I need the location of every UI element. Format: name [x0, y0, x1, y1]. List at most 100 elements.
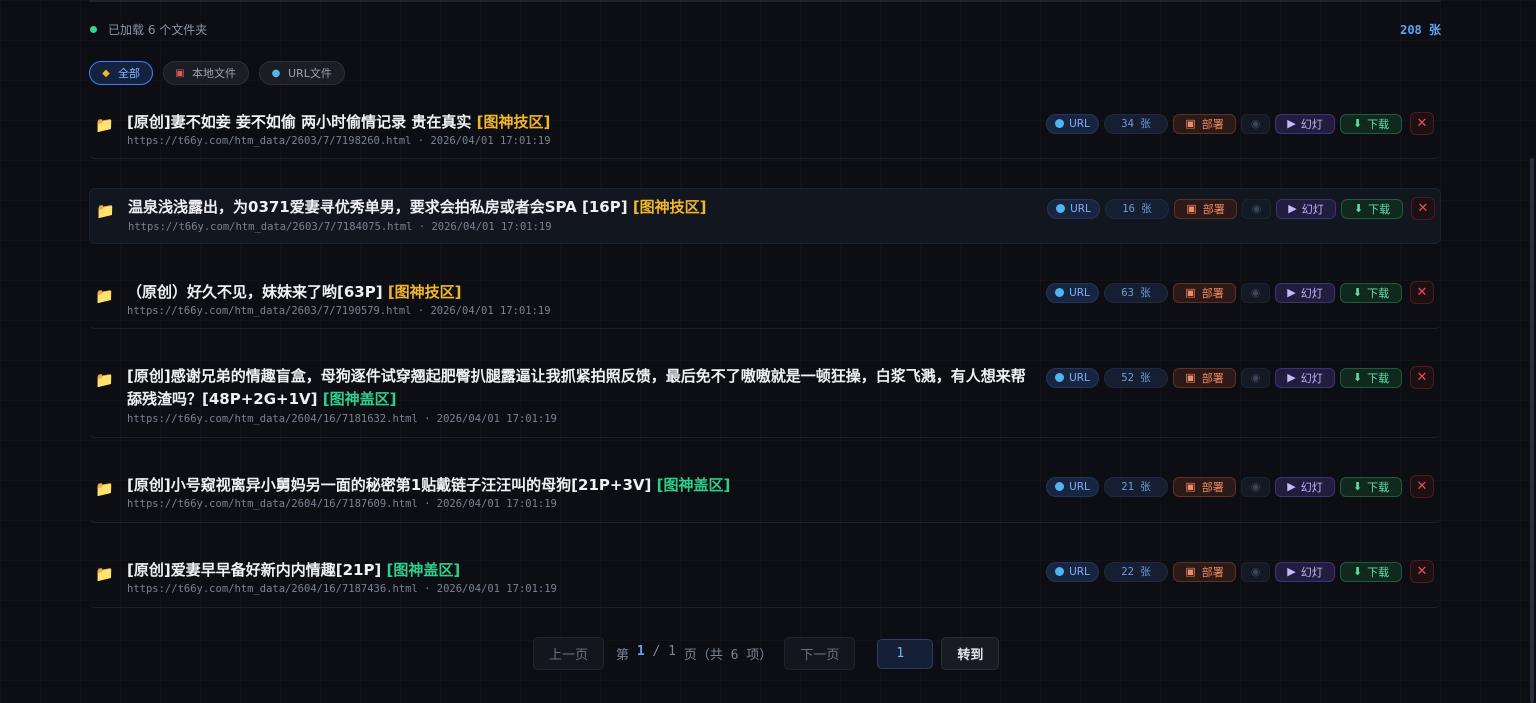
- remove-button[interactable]: ✕: [1410, 112, 1434, 135]
- preview-button[interactable]: ◉: [1241, 476, 1270, 497]
- play-icon: ▶: [1288, 202, 1297, 215]
- globe-icon: [1055, 119, 1065, 128]
- disk-icon: ▣: [175, 67, 185, 79]
- list-item[interactable]: 📁 [原创]感谢兄弟的情趣盲盒，母狗逐件试穿翘起肥臀扒腿露逼让我抓紧拍照反馈，最…: [89, 358, 1441, 438]
- remove-button[interactable]: ✕: [1410, 560, 1434, 583]
- slideshow-button[interactable]: ▶ 幻灯: [1276, 198, 1336, 219]
- image-count-badge: 22 张: [1104, 561, 1168, 582]
- filter-url-files[interactable]: ● URL文件: [259, 61, 345, 85]
- list-item[interactable]: 📁 [原创]妻不如妾 妾不如偷 两小时偷情记录 贵在真实 [图神技区] http…: [89, 100, 1441, 159]
- item-url[interactable]: https://t66y.com/htm_data/2603/7/7190579…: [127, 305, 411, 317]
- page-jump-input[interactable]: [877, 638, 934, 669]
- slideshow-button[interactable]: ▶ 幻灯: [1275, 561, 1335, 582]
- download-button[interactable]: ⬇ 下载: [1340, 113, 1402, 134]
- deploy-button[interactable]: ▣ 部署: [1173, 113, 1236, 134]
- deploy-button[interactable]: ▣ 部署: [1173, 282, 1236, 303]
- list-item[interactable]: 📁 温泉浅浅露出，为0371爱妻寻优秀单男，要求会拍私房或者会SPA [16P]…: [89, 188, 1441, 244]
- download-button[interactable]: ⬇ 下载: [1340, 476, 1402, 497]
- globe-icon: [1055, 288, 1065, 297]
- remove-button[interactable]: ✕: [1411, 197, 1435, 220]
- url-badge: URL: [1046, 476, 1099, 497]
- disk-icon: ▣: [1185, 371, 1196, 384]
- item-tag: [图神技区]: [387, 283, 462, 301]
- item-tag: [图神盖区]: [322, 390, 397, 408]
- next-page-button[interactable]: 下一页: [784, 637, 856, 670]
- item-meta: https://t66y.com/htm_data/2604/16/718760…: [127, 498, 557, 510]
- item-time: 2026/04/01 17:01:19: [436, 583, 557, 595]
- remove-button[interactable]: ✕: [1410, 366, 1434, 389]
- slideshow-button[interactable]: ▶ 幻灯: [1275, 367, 1335, 388]
- item-actions: URL 63 张 ▣ 部署 ◉ ▶ 幻灯 ⬇ 下载 ✕: [1046, 281, 1439, 304]
- remove-button[interactable]: ✕: [1410, 475, 1434, 498]
- eye-icon: ◉: [1250, 371, 1261, 384]
- item-tag: [图神盖区]: [656, 476, 731, 494]
- preview-button[interactable]: ◉: [1241, 561, 1270, 582]
- item-title: 温泉浅浅露出，为0371爱妻寻优秀单男，要求会拍私房或者会SPA [16P] […: [128, 198, 707, 216]
- top-divider: [89, 0, 1441, 2]
- item-url[interactable]: https://t66y.com/htm_data/2604/16/718743…: [127, 583, 418, 595]
- download-button[interactable]: ⬇ 下载: [1340, 282, 1402, 303]
- remove-button[interactable]: ✕: [1410, 281, 1434, 304]
- url-badge: URL: [1047, 198, 1100, 219]
- deploy-button[interactable]: ▣ 部署: [1173, 561, 1236, 582]
- item-url[interactable]: https://t66y.com/htm_data/2603/7/7184075…: [128, 221, 412, 233]
- loaded-folders-text: 已加载 6 个文件夹: [108, 22, 208, 37]
- filter-all[interactable]: ◆ 全部: [89, 61, 153, 85]
- list-item[interactable]: 📁 [原创]小号窥视离异小舅妈另一面的秘密第1贴戴链子汪汪叫的母狗[21P+3V…: [89, 467, 1441, 523]
- deploy-button[interactable]: ▣ 部署: [1174, 198, 1237, 219]
- preview-button[interactable]: ◉: [1241, 282, 1270, 303]
- download-button[interactable]: ⬇ 下载: [1340, 561, 1402, 582]
- item-meta: https://t66y.com/htm_data/2603/7/7184075…: [128, 221, 552, 233]
- list-item[interactable]: 📁 （原创）好久不见，妹妹来了哟[63P] [图神技区] https://t66…: [89, 273, 1441, 329]
- download-button[interactable]: ⬇ 下载: [1341, 198, 1403, 219]
- slideshow-button[interactable]: ▶ 幻灯: [1275, 113, 1335, 134]
- scrollbar-thumb[interactable]: [1530, 158, 1534, 703]
- filter-local-files[interactable]: ▣ 本地文件: [163, 61, 249, 85]
- close-icon: ✕: [1416, 285, 1428, 300]
- close-icon: ✕: [1417, 201, 1429, 216]
- deploy-button[interactable]: ▣ 部署: [1173, 367, 1236, 388]
- download-button[interactable]: ⬇ 下载: [1340, 367, 1402, 388]
- item-time: 2026/04/01 17:01:19: [430, 305, 551, 317]
- disk-icon: ▣: [1185, 565, 1196, 578]
- image-count-badge: 52 张: [1104, 367, 1168, 388]
- item-url[interactable]: https://t66y.com/htm_data/2604/16/718163…: [127, 413, 418, 425]
- globe-icon: ●: [271, 67, 281, 79]
- image-count-badge: 34 张: [1104, 113, 1168, 134]
- item-tag: [图神技区]: [632, 198, 707, 216]
- preview-button[interactable]: ◉: [1242, 198, 1271, 219]
- go-button[interactable]: 转到: [941, 637, 1000, 670]
- filter-local-label: 本地文件: [192, 67, 236, 80]
- close-icon: ✕: [1416, 370, 1428, 385]
- page-info: 第 1 / 1 页（共 6 项）: [616, 644, 773, 663]
- download-icon: ⬇: [1352, 565, 1363, 578]
- globe-icon: [1055, 373, 1065, 382]
- play-icon: ▶: [1287, 117, 1296, 130]
- item-time: 2026/04/01 17:01:19: [431, 221, 552, 233]
- url-badge: URL: [1046, 561, 1099, 582]
- eye-icon: ◉: [1250, 117, 1261, 130]
- item-title: [原创]感谢兄弟的情趣盲盒，母狗逐件试穿翘起肥臀扒腿露逼让我抓紧拍照反馈，最后免…: [127, 367, 1026, 408]
- list-item[interactable]: 📁 [原创]爱妻早早备好新内内情趣[21P] [图神盖区] https://t6…: [89, 552, 1441, 608]
- close-icon: ✕: [1416, 564, 1428, 579]
- item-meta: https://t66y.com/htm_data/2603/7/7190579…: [127, 305, 551, 317]
- slideshow-button[interactable]: ▶ 幻灯: [1275, 282, 1335, 303]
- disk-icon: ▣: [1185, 117, 1196, 130]
- item-tag: [图神技区]: [476, 113, 551, 131]
- download-icon: ⬇: [1353, 202, 1364, 215]
- item-actions: URL 34 张 ▣ 部署 ◉ ▶ 幻灯 ⬇ 下载 ✕: [1046, 112, 1439, 135]
- deploy-button[interactable]: ▣ 部署: [1173, 476, 1236, 497]
- item-url[interactable]: https://t66y.com/htm_data/2604/16/718760…: [127, 498, 418, 510]
- preview-button[interactable]: ◉: [1241, 367, 1270, 388]
- item-title: [原创]小号窥视离异小舅妈另一面的秘密第1贴戴链子汪汪叫的母狗[21P+3V] …: [127, 476, 731, 494]
- item-url[interactable]: https://t66y.com/htm_data/2603/7/7198260…: [127, 135, 411, 147]
- prev-page-button[interactable]: 上一页: [533, 637, 605, 670]
- item-tag: [图神盖区]: [386, 561, 461, 579]
- slideshow-button[interactable]: ▶ 幻灯: [1275, 476, 1335, 497]
- item-title: [原创]妻不如妾 妾不如偷 两小时偷情记录 贵在真实 [图神技区]: [127, 113, 551, 131]
- preview-button[interactable]: ◉: [1241, 113, 1270, 134]
- item-time: 2026/04/01 17:01:19: [436, 413, 557, 425]
- current-page: 1: [636, 644, 645, 659]
- url-badge: URL: [1046, 282, 1099, 303]
- scrollbar[interactable]: [1528, 0, 1536, 703]
